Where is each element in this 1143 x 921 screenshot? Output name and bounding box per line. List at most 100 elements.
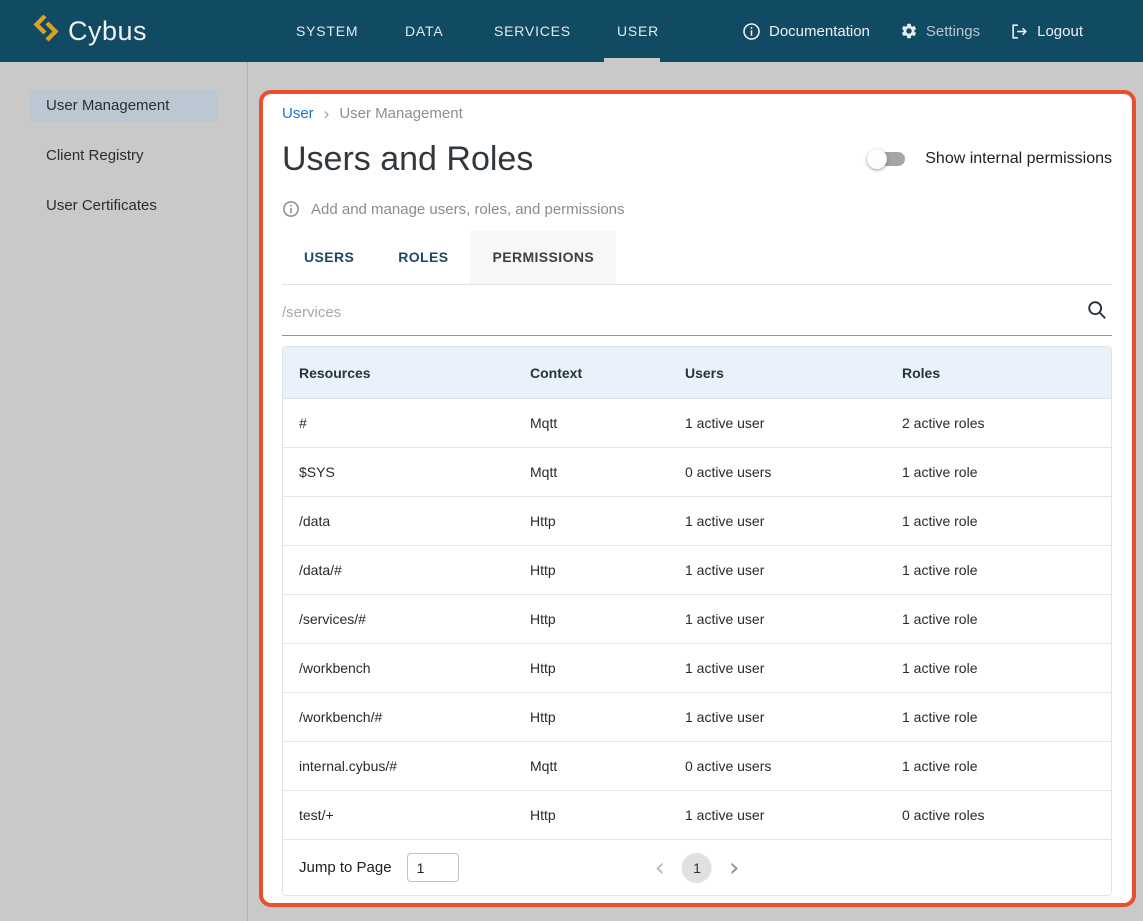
cell-users: 1 active user	[685, 611, 902, 627]
table-row[interactable]: test/+ Http 1 active user 0 active roles	[283, 791, 1111, 840]
cell-resource: /data	[283, 513, 530, 529]
next-page-icon[interactable]: ›	[729, 853, 739, 883]
settings-button[interactable]: Settings	[900, 22, 980, 40]
table-row[interactable]: /data Http 1 active user 1 active role	[283, 497, 1111, 546]
cell-resource: /data/#	[283, 562, 530, 578]
logout-icon	[1010, 22, 1029, 41]
cell-context: Mqtt	[530, 415, 685, 431]
cell-context: Http	[530, 513, 685, 529]
cell-users: 0 active users	[685, 758, 902, 774]
info-icon	[282, 200, 300, 218]
cell-users: 1 active user	[685, 660, 902, 676]
cell-context: Http	[530, 562, 685, 578]
cell-roles: 1 active role	[902, 513, 1111, 529]
nav-tab-system[interactable]: SYSTEM	[296, 0, 358, 62]
nav-tab-data[interactable]: DATA	[405, 0, 443, 62]
cell-context: Http	[530, 709, 685, 725]
cell-context: Mqtt	[530, 758, 685, 774]
column-header-users: Users	[685, 365, 902, 381]
jump-to-page-label: Jump to Page	[299, 859, 392, 876]
sidebar-item-user-management[interactable]: User Management	[30, 90, 217, 122]
settings-label: Settings	[926, 23, 980, 40]
column-header-context: Context	[530, 365, 685, 381]
cell-roles: 1 active role	[902, 660, 1111, 676]
table-row[interactable]: /services/# Http 1 active user 1 active …	[283, 595, 1111, 644]
pagination: ‹ 1 ›	[655, 853, 740, 883]
breadcrumb-link-user[interactable]: User	[282, 105, 314, 122]
gear-icon	[900, 22, 918, 40]
sidebar-item-user-certificates[interactable]: User Certificates	[30, 190, 217, 222]
navbar-actions: Documentation Settings Logout	[742, 0, 1083, 62]
active-tab-indicator	[604, 58, 660, 62]
table-row[interactable]: /workbench Http 1 active user 1 active r…	[283, 644, 1111, 693]
top-navbar: Cybus SYSTEM DATA SERVICES USER Document…	[0, 0, 1143, 62]
cell-roles: 2 active roles	[902, 415, 1111, 431]
cell-users: 0 active users	[685, 464, 902, 480]
cell-roles: 1 active role	[902, 611, 1111, 627]
cell-resource: test/+	[283, 807, 530, 823]
internal-permissions-toggle-group: Show internal permissions	[871, 150, 1112, 168]
chevron-right-icon: ›	[324, 105, 330, 122]
table-row[interactable]: $SYS Mqtt 0 active users 1 active role	[283, 448, 1111, 497]
cell-context: Http	[530, 611, 685, 627]
brand-logo[interactable]: Cybus	[33, 0, 147, 62]
search-icon[interactable]	[1086, 299, 1108, 326]
tab-users[interactable]: USERS	[282, 231, 376, 284]
cell-context: Mqtt	[530, 464, 685, 480]
cell-resource: /workbench	[283, 660, 530, 676]
page-title: Users and Roles	[282, 140, 533, 179]
toggle-label: Show internal permissions	[925, 150, 1112, 168]
main-content-highlighted: User › User Management Users and Roles S…	[259, 90, 1136, 907]
sidebar: User Management Client Registry User Cer…	[0, 62, 248, 921]
sidebar-item-client-registry[interactable]: Client Registry	[30, 140, 217, 172]
cell-resource: #	[283, 415, 530, 431]
cell-roles: 1 active role	[902, 758, 1111, 774]
cell-users: 1 active user	[685, 709, 902, 725]
search-bar	[282, 285, 1112, 336]
info-icon	[742, 22, 761, 41]
documentation-button[interactable]: Documentation	[742, 22, 870, 41]
column-header-roles: Roles	[902, 365, 1111, 381]
cell-resource: /workbench/#	[283, 709, 530, 725]
breadcrumb-current: User Management	[339, 105, 462, 122]
cell-resource: internal.cybus/#	[283, 758, 530, 774]
cybus-logo-icon	[33, 13, 59, 50]
toggle-knob	[867, 149, 887, 169]
page-subtitle: Add and manage users, roles, and permiss…	[311, 201, 625, 218]
cell-context: Http	[530, 660, 685, 676]
search-input[interactable]	[282, 285, 1112, 336]
jump-to-page-input[interactable]	[407, 853, 459, 882]
nav-tab-services[interactable]: SERVICES	[494, 0, 571, 62]
logout-label: Logout	[1037, 23, 1083, 40]
page-number-button[interactable]: 1	[682, 853, 712, 883]
cell-users: 1 active user	[685, 513, 902, 529]
documentation-label: Documentation	[769, 23, 870, 40]
table-row[interactable]: internal.cybus/# Mqtt 0 active users 1 a…	[283, 742, 1111, 791]
nav-tab-user[interactable]: USER	[617, 0, 659, 62]
cell-users: 1 active user	[685, 807, 902, 823]
cell-context: Http	[530, 807, 685, 823]
cell-resource: /services/#	[283, 611, 530, 627]
cell-roles: 0 active roles	[902, 807, 1111, 823]
permissions-table: Resources Context Users Roles # Mqtt 1 a…	[282, 346, 1112, 896]
brand-name: Cybus	[68, 16, 147, 47]
cell-users: 1 active user	[685, 415, 902, 431]
previous-page-icon[interactable]: ‹	[655, 853, 665, 883]
table-header-row: Resources Context Users Roles	[283, 347, 1111, 399]
table-body: # Mqtt 1 active user 2 active roles $SYS…	[283, 399, 1111, 840]
show-internal-permissions-toggle[interactable]	[871, 152, 905, 166]
cell-roles: 1 active role	[902, 562, 1111, 578]
column-header-resources: Resources	[283, 365, 530, 381]
cell-roles: 1 active role	[902, 709, 1111, 725]
table-row[interactable]: /workbench/# Http 1 active user 1 active…	[283, 693, 1111, 742]
tab-roles[interactable]: ROLES	[376, 231, 470, 284]
cell-roles: 1 active role	[902, 464, 1111, 480]
tab-permissions[interactable]: PERMISSIONS	[470, 231, 616, 284]
table-row[interactable]: /data/# Http 1 active user 1 active role	[283, 546, 1111, 595]
table-footer: Jump to Page ‹ 1 ›	[283, 840, 1111, 895]
cell-users: 1 active user	[685, 562, 902, 578]
logout-button[interactable]: Logout	[1010, 22, 1083, 41]
tab-bar: USERS ROLES PERMISSIONS	[282, 231, 1112, 285]
table-row[interactable]: # Mqtt 1 active user 2 active roles	[283, 399, 1111, 448]
cell-resource: $SYS	[283, 464, 530, 480]
